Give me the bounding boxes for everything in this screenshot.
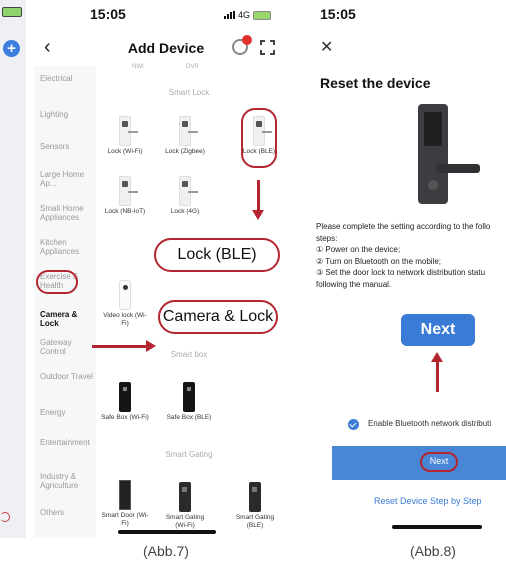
bluetooth-checkbox[interactable] xyxy=(348,419,359,430)
lock-icon xyxy=(119,176,138,206)
device-label: Lock (NB-IoT) xyxy=(104,208,146,215)
fingerprint-sensor xyxy=(428,180,438,190)
lock-icon xyxy=(179,116,198,146)
sidebar-item-lighting[interactable]: Lighting xyxy=(40,110,94,119)
device-lock-wifi[interactable]: Lock (Wi-Fi) xyxy=(100,116,150,156)
device-lock-zigbee[interactable]: Lock (Zigbee) xyxy=(160,116,210,156)
sidebar-item-camera-lock[interactable]: Camera & Lock xyxy=(40,310,94,328)
cut-off-label: NWI xyxy=(132,64,144,70)
device-label: Video lock (Wi-Fi) xyxy=(103,312,147,327)
arrow-down-icon xyxy=(252,180,264,220)
notification-dot xyxy=(242,35,252,45)
next-button-label: Next xyxy=(420,452,458,472)
safe-box-icon xyxy=(183,382,195,412)
section-smart-gating: Smart Gating xyxy=(165,450,213,459)
sidebar-item-entertainment[interactable]: Entertainment xyxy=(40,438,94,447)
callout-camera-lock: Camera & Lock xyxy=(158,300,278,334)
section-smart-lock: Smart Lock xyxy=(168,88,210,97)
device-safe-box-wifi[interactable]: Safe Box (Wi-Fi) xyxy=(100,382,150,422)
status-time: 15:05 xyxy=(90,6,126,22)
signal-indicator: 4G xyxy=(224,10,272,20)
device-label: Lock (Zigbee) xyxy=(165,148,205,155)
gating-icon xyxy=(249,482,261,512)
scan-qr-icon[interactable] xyxy=(260,40,275,55)
sidebar-item-kitchen[interactable]: Kitchen Appliances xyxy=(40,238,94,256)
lock-keypad xyxy=(424,112,442,146)
reset-step-by-step-link[interactable]: Reset Device Step by Step xyxy=(374,496,482,506)
auto-scan-icon[interactable] xyxy=(232,35,252,55)
add-icon[interactable]: + xyxy=(3,40,20,57)
video-lock-icon xyxy=(119,280,131,310)
instruction-line: following the manual. xyxy=(316,279,392,289)
add-device-screen: 15:05 4G ‹ Add Device NWI DVR Electrical… xyxy=(34,0,298,538)
status-bar: 15:05 4G xyxy=(34,0,298,28)
reset-device-screen: 15:05 ✕ Reset the device Please complete… xyxy=(308,0,506,538)
device-video-lock[interactable]: Video lock (Wi-Fi) xyxy=(100,280,150,328)
section-smart-box: Smart box xyxy=(170,350,208,359)
edge-icon xyxy=(0,512,10,522)
device-safe-box-ble[interactable]: Safe Box (BLE) xyxy=(164,382,214,422)
highlight-oval-ble xyxy=(241,108,277,168)
arrow-right-icon xyxy=(92,340,156,352)
signal-bars-icon xyxy=(224,11,235,19)
device-label: Safe Box (BLE) xyxy=(166,414,212,421)
network-type: 4G xyxy=(238,10,251,20)
instruction-line: steps: xyxy=(316,233,338,243)
status-time: 15:05 xyxy=(320,6,356,22)
lock-icon xyxy=(179,176,198,206)
sidebar-item-industry[interactable]: Industry & Agriculture xyxy=(40,472,94,490)
device-smart-gating-wifi[interactable]: Smart Gating (Wi-Fi) xyxy=(160,482,210,530)
sidebar-item-large-home[interactable]: Large Home Ap... xyxy=(40,170,94,188)
page-title: Reset the device xyxy=(320,75,431,91)
enable-bluetooth-label: Enable Bluetooth network distributi xyxy=(368,419,492,428)
device-label: Smart Gating (Wi-Fi) xyxy=(165,514,205,529)
device-smart-gating-ble[interactable]: Smart Gating (BLE) xyxy=(230,482,280,530)
cut-off-label: DVR xyxy=(186,64,199,70)
reset-instructions: Please complete the setting according to… xyxy=(316,221,506,290)
lock-handle xyxy=(436,164,480,173)
highlight-circle xyxy=(36,270,78,294)
door-lock-image xyxy=(418,104,480,204)
sidebar-item-small-home[interactable]: Small Home Appliances xyxy=(40,204,94,222)
device-label: Smart Door (Wi-Fi) xyxy=(101,512,149,527)
caption-abb8: (Abb.8) xyxy=(410,543,456,559)
instruction-line: Please complete the setting according to… xyxy=(316,222,491,231)
safe-box-icon xyxy=(119,382,131,412)
instruction-line: ② Turn on Bluetooth on the mobile; xyxy=(316,256,442,266)
sidebar-item-outdoor[interactable]: Outdoor Travel xyxy=(40,372,94,381)
arrow-up-icon xyxy=(431,352,443,392)
device-label: Lock (Wi-Fi) xyxy=(107,148,143,155)
sidebar-item-electrical[interactable]: Electrical xyxy=(40,74,94,83)
instruction-line: ③ Set the door lock to network distribut… xyxy=(316,268,486,277)
gating-icon xyxy=(179,482,191,512)
lock-icon xyxy=(119,116,138,146)
category-sidebar: Electrical Lighting Sensors Large Home A… xyxy=(34,66,96,538)
caption-abb7: (Abb.7) xyxy=(143,543,189,559)
sidebar-item-sensors[interactable]: Sensors xyxy=(40,142,94,151)
home-indicator xyxy=(392,525,482,529)
instruction-line: ① Power on the device; xyxy=(316,245,401,254)
home-indicator xyxy=(118,530,216,534)
close-icon[interactable]: ✕ xyxy=(320,37,333,57)
sidebar-item-gateway[interactable]: Gateway Control xyxy=(40,338,94,356)
device-label: Lock (4G) xyxy=(170,208,200,215)
callout-lock-ble: Lock (BLE) xyxy=(154,238,280,272)
device-lock-nbiot[interactable]: Lock (NB-IoT) xyxy=(100,176,150,216)
next-callout: Next xyxy=(401,314,475,346)
next-button[interactable] xyxy=(332,446,506,480)
battery-icon xyxy=(253,10,272,20)
page-title: Add Device xyxy=(127,40,205,56)
device-label: Smart Gating (BLE) xyxy=(235,514,275,529)
device-lock-4g[interactable]: Lock (4G) xyxy=(160,176,210,216)
battery-icon xyxy=(2,7,22,17)
device-label: Safe Box (Wi-Fi) xyxy=(101,414,149,421)
nav-bar: ‹ Add Device xyxy=(34,34,298,64)
door-icon xyxy=(119,480,131,510)
previous-screen-edge: + xyxy=(0,0,26,538)
device-smart-door-wifi[interactable]: Smart Door (Wi-Fi) xyxy=(100,480,150,528)
sidebar-item-others[interactable]: Others xyxy=(40,508,94,517)
sidebar-item-energy[interactable]: Energy xyxy=(40,408,94,417)
